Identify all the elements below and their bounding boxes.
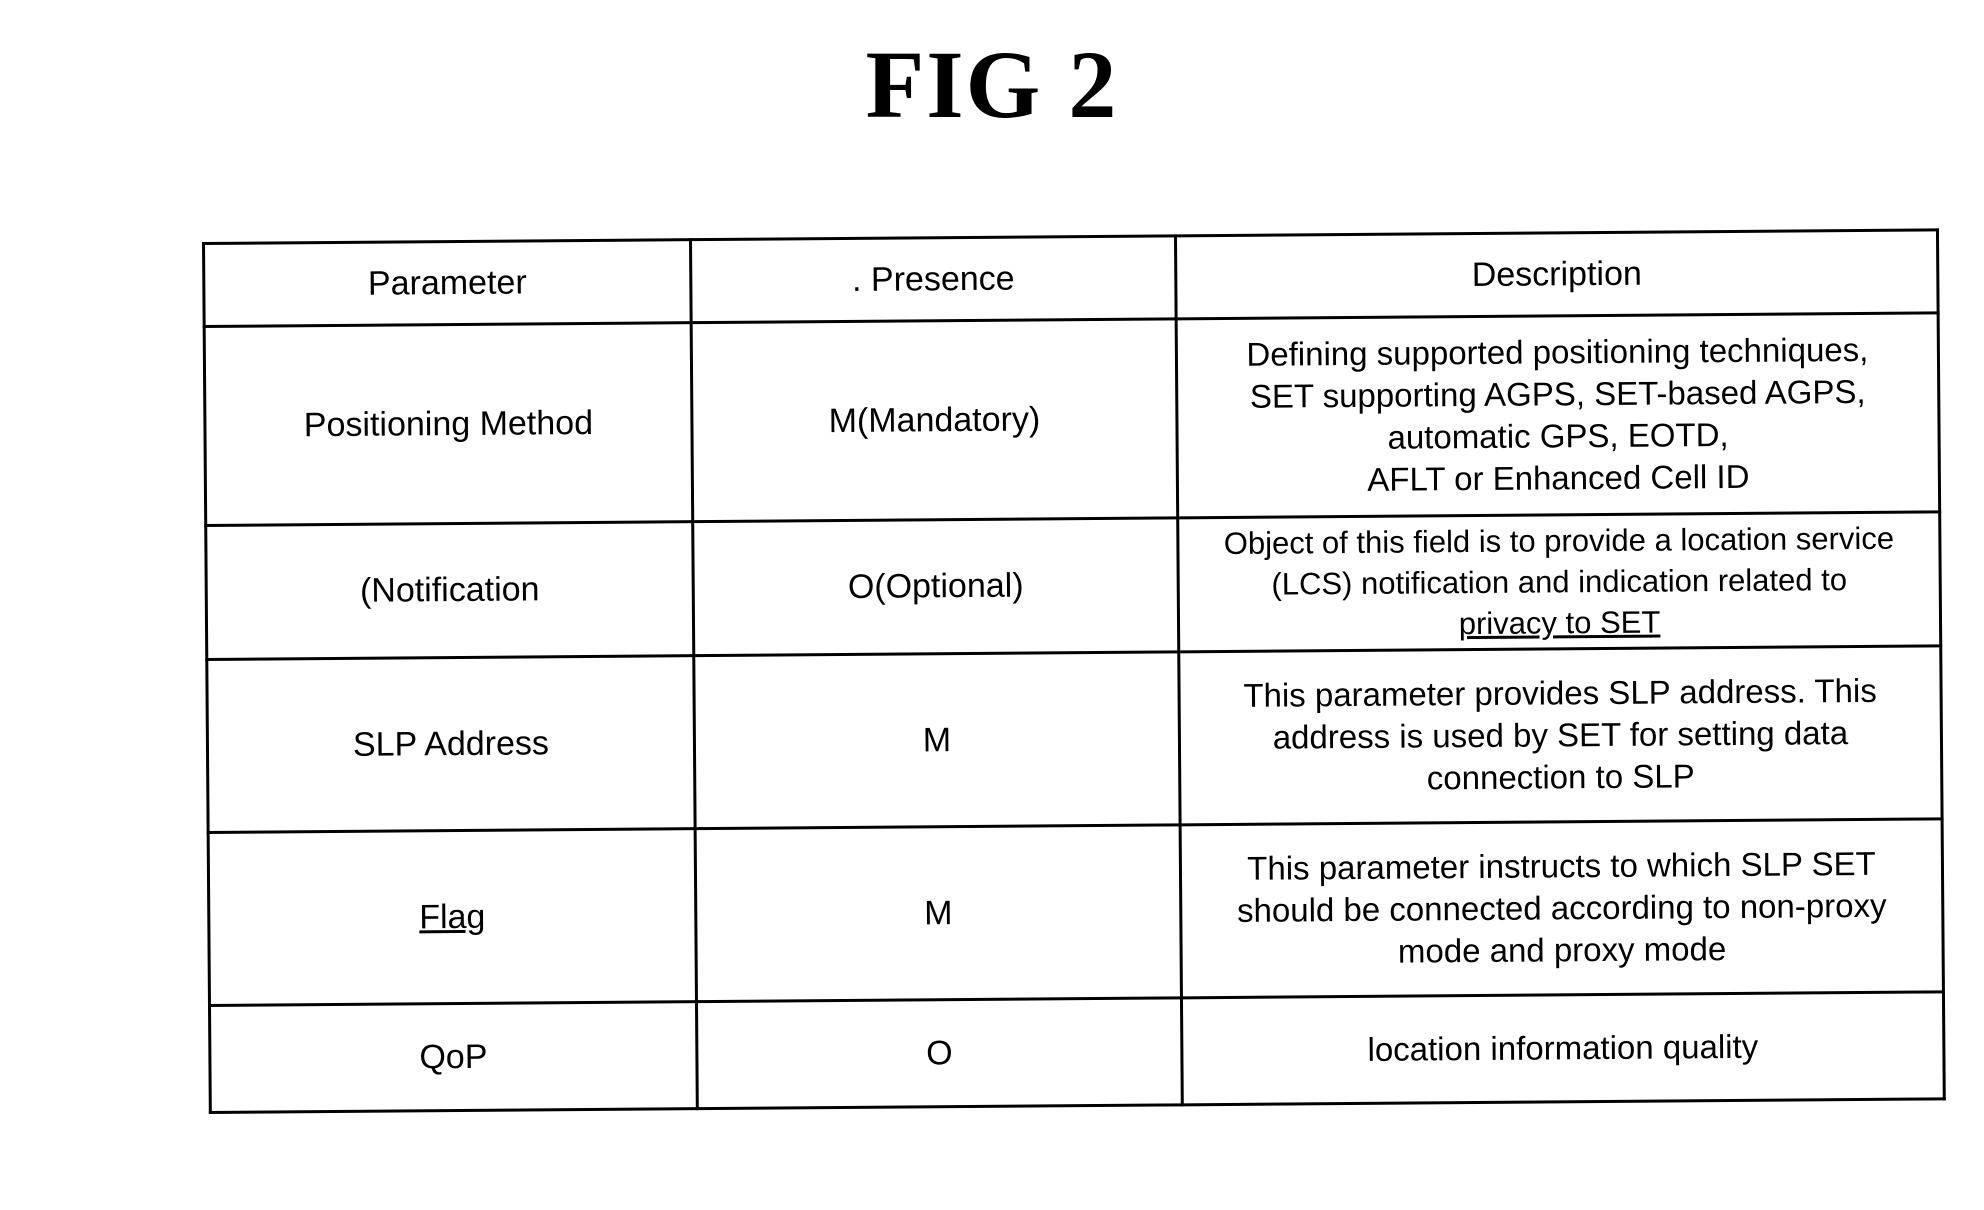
description-line: connection to SLP: [1426, 757, 1695, 797]
description-line: SET supporting AGPS, SET-based AGPS,: [1249, 372, 1866, 415]
description-line: Defining supported positioning technique…: [1246, 330, 1869, 373]
table-row: Flag M This parameter instructs to which…: [208, 818, 1944, 1006]
description-line: location information quality: [1367, 1027, 1759, 1068]
presence-cell: M: [695, 824, 1182, 1002]
table-row: Positioning Method M(Mandatory) Defining…: [204, 312, 1940, 526]
description-cell: This parameter instructs to which SLP SE…: [1180, 818, 1944, 998]
description-line: (LCS) notification and indication relate…: [1271, 562, 1848, 602]
header-presence: . Presence: [690, 235, 1177, 323]
presence-cell: M: [693, 651, 1181, 829]
parameter-cell: Flag: [208, 828, 697, 1006]
parameter-cell: Positioning Method: [204, 322, 693, 526]
parameter-cell: (Notification: [205, 521, 694, 660]
description-line: mode and proxy mode: [1397, 930, 1727, 970]
parameter-table: Parameter . Presence Description Positio…: [202, 228, 1946, 1114]
presence-cell: M(Mandatory): [691, 318, 1178, 522]
figure-title: FIG 2: [865, 31, 1119, 138]
presence-cell: O: [696, 997, 1183, 1109]
description-line: should be connected according to non-pro…: [1236, 886, 1887, 929]
table-row: (Notification O(Optional) Object of this…: [205, 511, 1941, 660]
description-line: privacy to SET: [1458, 604, 1661, 642]
table-row: QoP O location information quality: [209, 991, 1945, 1113]
parameter-text: Flag: [419, 897, 486, 937]
presence-cell: O(Optional): [692, 517, 1179, 656]
description-cell: This parameter provides SLP address. Thi…: [1178, 645, 1943, 825]
description-line: This parameter instructs to which SLP SE…: [1247, 844, 1876, 887]
description-cell: location information quality: [1181, 991, 1945, 1105]
description-line: address is used by SET for setting data: [1272, 714, 1849, 756]
parameter-cell: QoP: [209, 1001, 698, 1113]
header-description: Description: [1175, 229, 1939, 319]
parameter-cell: SLP Address: [206, 655, 696, 833]
description-cell: Object of this field is to provide a loc…: [1177, 511, 1941, 652]
header-parameter: Parameter: [203, 239, 692, 327]
description-line: Object of this field is to provide a loc…: [1223, 520, 1895, 561]
table-header-row: Parameter . Presence Description: [203, 229, 1939, 327]
description-line: This parameter provides SLP address. Thi…: [1243, 671, 1877, 714]
description-line: automatic GPS, EOTD,: [1387, 416, 1729, 456]
description-line: AFLT or Enhanced Cell ID: [1367, 457, 1750, 498]
table-row: SLP Address M This parameter provides SL…: [206, 645, 1943, 833]
description-cell: Defining supported positioning technique…: [1176, 312, 1940, 518]
